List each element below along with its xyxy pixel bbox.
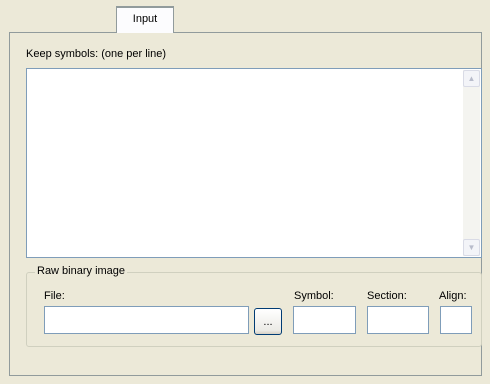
- scroll-down-icon[interactable]: ▼: [463, 239, 480, 256]
- file-input[interactable]: [44, 306, 249, 334]
- vertical-scrollbar[interactable]: ▲ ▼: [463, 70, 480, 256]
- raw-binary-image-legend: Raw binary image: [35, 265, 128, 277]
- tab-input-label: Input: [132, 13, 158, 25]
- align-label: Align:: [439, 290, 467, 302]
- section-label: Section:: [367, 290, 407, 302]
- tab-input[interactable]: Input: [116, 6, 174, 33]
- dialog-root: Input Keep symbols: (one per line) ▲ ▼ R…: [0, 0, 490, 384]
- section-input[interactable]: [367, 306, 429, 334]
- file-label: File:: [44, 290, 65, 302]
- symbol-input[interactable]: [293, 306, 356, 334]
- symbol-label: Symbol:: [294, 290, 334, 302]
- keep-symbols-textarea[interactable]: ▲ ▼: [26, 68, 482, 258]
- browse-button[interactable]: ...: [254, 308, 282, 335]
- align-input[interactable]: [440, 306, 472, 334]
- scroll-up-icon[interactable]: ▲: [463, 70, 480, 87]
- keep-symbols-label: Keep symbols: (one per line): [26, 48, 167, 60]
